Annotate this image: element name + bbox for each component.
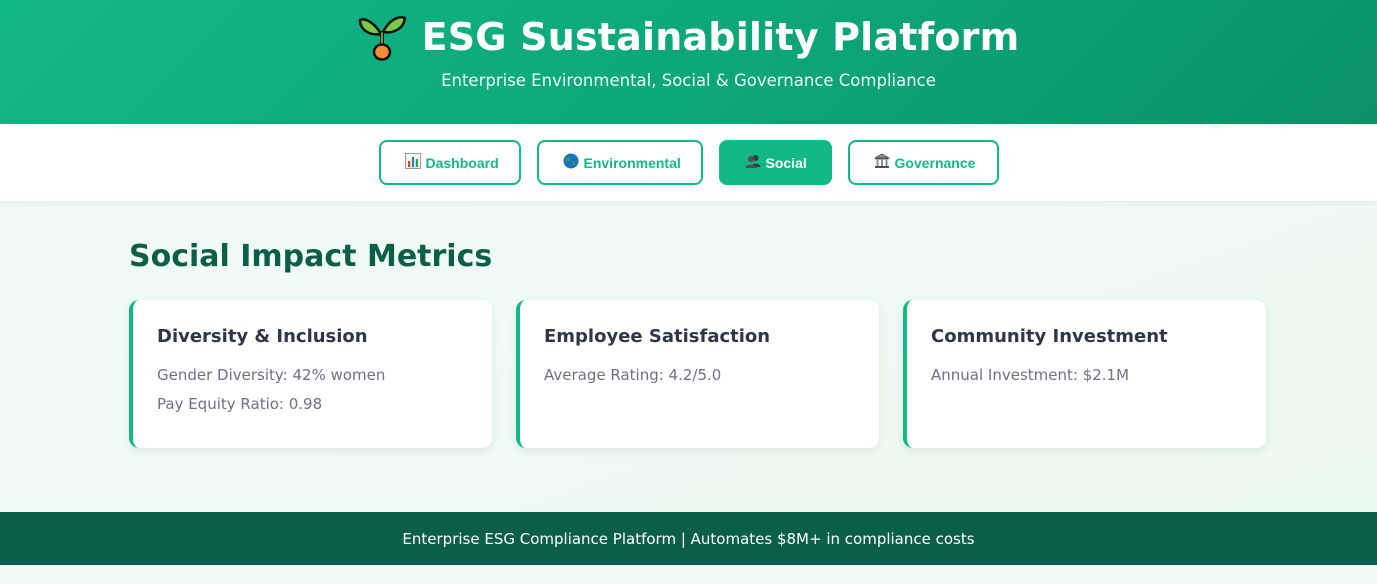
card-metric: Gender Diversity: 42% women <box>157 366 386 384</box>
metric-card-community-investment: Community Investment Annual Investment: … <box>903 300 1266 448</box>
tab-social[interactable]: Social <box>718 140 832 185</box>
tab-environmental[interactable]: Environmental <box>536 140 703 185</box>
classical-building-icon <box>873 153 890 172</box>
tab-governance[interactable]: Governance <box>847 140 999 185</box>
title-row: ESG Sustainability Platform <box>0 12 1377 62</box>
card-metric: Pay Equity Ratio: 0.98 <box>157 395 323 413</box>
app-header: ESG Sustainability Platform Enterprise E… <box>0 0 1377 124</box>
seedling-icon <box>358 12 408 62</box>
card-metric: Average Rating: 4.2/5.0 <box>544 366 722 384</box>
card-title: Diversity & Inclusion <box>157 326 368 347</box>
metric-card-employee-satisfaction: Employee Satisfaction Average Rating: 4.… <box>516 300 879 448</box>
bar-chart-icon <box>404 153 421 172</box>
tab-dashboard[interactable]: Dashboard <box>378 140 521 185</box>
section-title: Social Impact Metrics <box>129 239 493 274</box>
tab-governance-label: Governance <box>894 154 976 171</box>
tab-dashboard-label: Dashboard <box>425 154 499 171</box>
main-nav: Dashboard Environmental Social Governanc… <box>0 124 1377 201</box>
tab-social-label: Social <box>765 154 807 171</box>
people-icon <box>745 153 761 172</box>
metric-cards: Diversity & Inclusion Gender Diversity: … <box>129 300 1266 448</box>
card-title: Employee Satisfaction <box>544 326 771 347</box>
card-metric: Annual Investment: $2.1M <box>931 366 1130 384</box>
tab-environmental-label: Environmental <box>583 154 681 171</box>
app-subtitle: Enterprise Environmental, Social & Gover… <box>441 71 936 90</box>
globe-icon <box>563 153 579 172</box>
footer-text: Enterprise ESG Compliance Platform | Aut… <box>402 530 975 548</box>
page-footer: Enterprise ESG Compliance Platform | Aut… <box>0 512 1377 565</box>
metric-card-diversity: Diversity & Inclusion Gender Diversity: … <box>129 300 492 448</box>
main-content: Social Impact Metrics Diversity & Inclus… <box>0 201 1377 512</box>
app-title: ESG Sustainability Platform <box>421 15 1020 59</box>
card-title: Community Investment <box>931 326 1168 347</box>
